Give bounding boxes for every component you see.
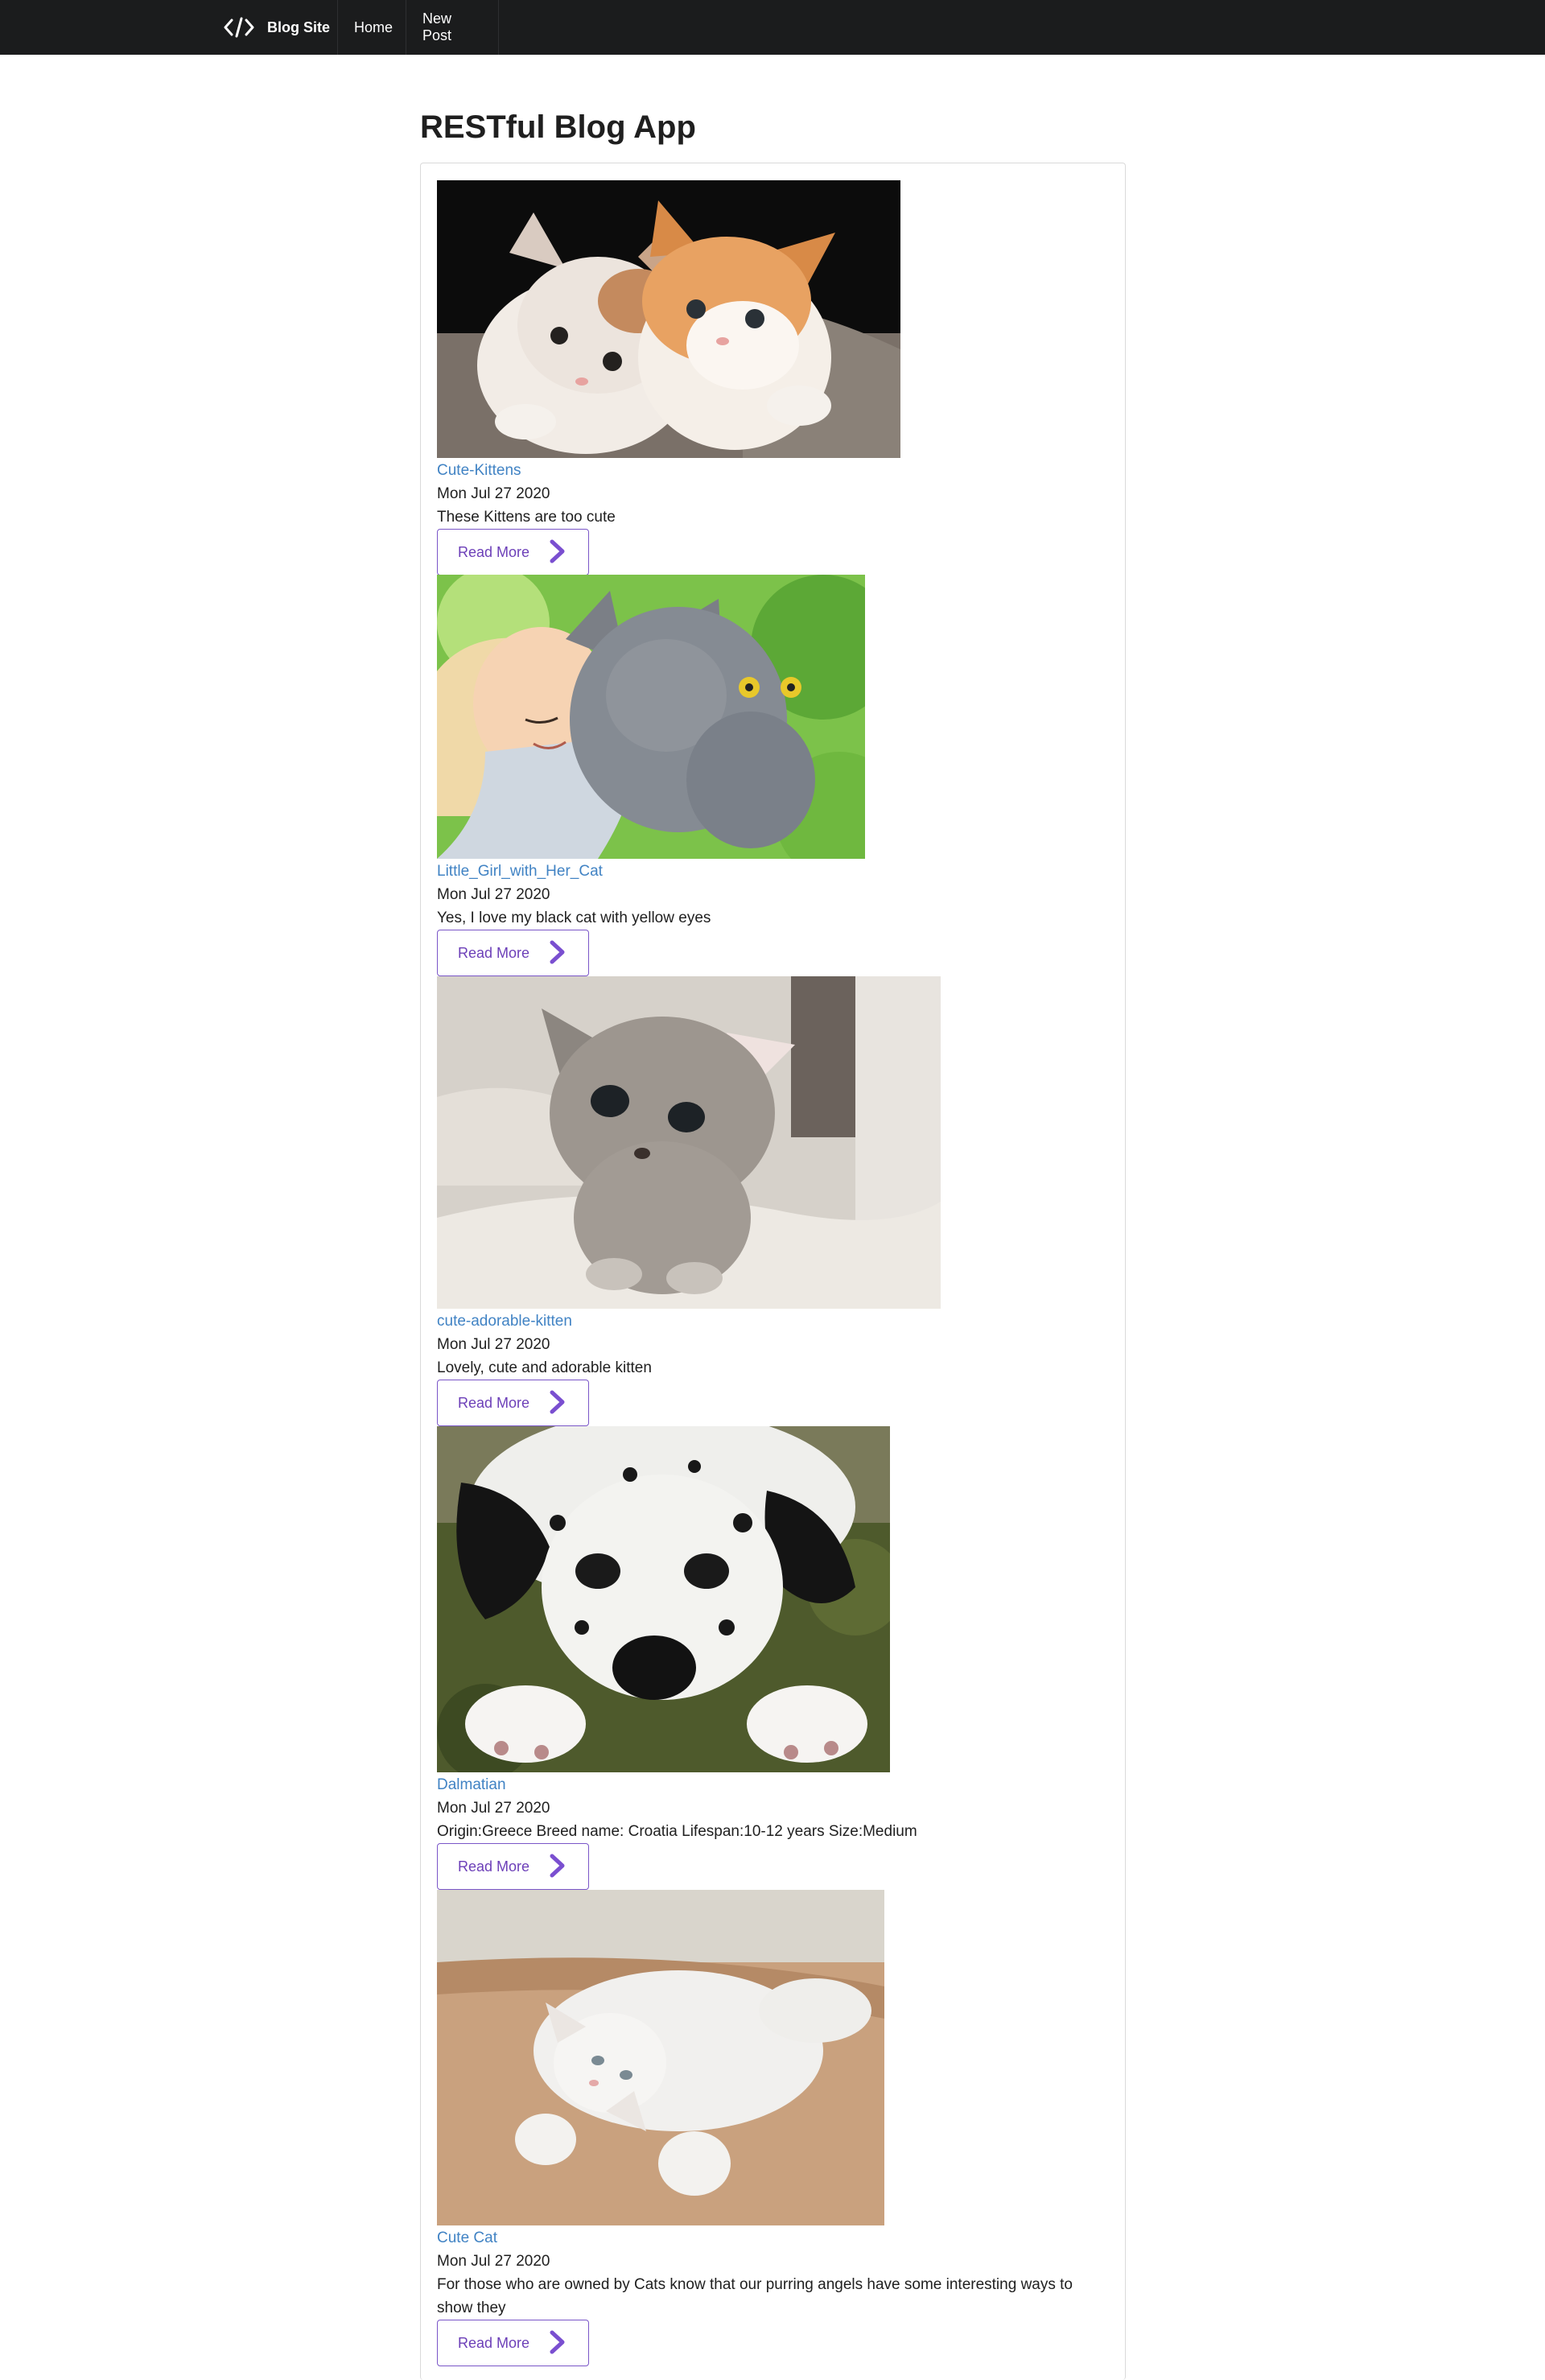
post-title-link[interactable]: Cute Cat (437, 2229, 497, 2248)
nav-new-post[interactable]: New Post (406, 0, 499, 55)
post-date: Mon Jul 27 2020 (437, 886, 550, 903)
post-body: For those who are owned by Cats know tha… (437, 2276, 1073, 2316)
post-body: Origin:Greece Breed name: Croatia Lifesp… (437, 1823, 917, 1840)
nav-home[interactable]: Home (338, 0, 406, 55)
post-item: Little_Girl_with_Her_Cat Mon Jul 27 2020… (437, 575, 865, 976)
read-more-button[interactable]: Read More (437, 930, 589, 976)
read-more-label: Read More (458, 543, 530, 560)
post-image-girl-with-cat (437, 575, 865, 859)
post-date: Mon Jul 27 2020 (437, 1336, 550, 1353)
chevron-right-icon (550, 1854, 565, 1878)
post-image-white-cat (437, 1890, 884, 2225)
post-title-link[interactable]: Little_Girl_with_Her_Cat (437, 862, 603, 881)
brand-label: Blog Site (267, 19, 331, 35)
post-date: Mon Jul 27 2020 (437, 2253, 550, 2270)
post-item: Cute Cat Mon Jul 27 2020 For those who a… (437, 1890, 1073, 2366)
read-more-label: Read More (458, 2334, 530, 2351)
post-body: Lovely, cute and adorable kitten (437, 1359, 652, 1376)
post-item: cute-adorable-kitten Mon Jul 27 2020 Lov… (437, 976, 941, 1426)
post-body: These Kittens are too cute (437, 509, 616, 526)
post-title-link[interactable]: cute-adorable-kitten (437, 1312, 572, 1331)
post-image-two-kittens (437, 180, 900, 458)
read-more-button[interactable]: Read More (437, 2320, 589, 2366)
page-title: RESTful Blog App (420, 109, 696, 145)
read-more-label: Read More (458, 1858, 530, 1875)
post-image-dalmatian (437, 1426, 890, 1772)
chevron-right-icon (550, 539, 565, 563)
read-more-button[interactable]: Read More (437, 1380, 589, 1426)
post-item: Dalmatian Mon Jul 27 2020 Origin:Greece … (437, 1426, 917, 1890)
post-date: Mon Jul 27 2020 (437, 1800, 550, 1817)
code-icon (224, 17, 254, 38)
top-navbar: Blog Site Home New Post (0, 0, 1545, 55)
post-image-grey-kitten (437, 976, 941, 1309)
post-title-link[interactable]: Cute-Kittens (437, 461, 521, 481)
read-more-label: Read More (458, 1394, 530, 1411)
post-list: Cute-Kittens Mon Jul 27 2020 These Kitte… (420, 163, 1126, 2380)
post-item: Cute-Kittens Mon Jul 27 2020 These Kitte… (437, 180, 900, 575)
chevron-right-icon (550, 2330, 565, 2354)
chevron-right-icon (550, 940, 565, 964)
chevron-right-icon (550, 1390, 565, 1414)
read-more-button[interactable]: Read More (437, 529, 589, 575)
post-date: Mon Jul 27 2020 (437, 485, 550, 502)
read-more-label: Read More (458, 944, 530, 961)
read-more-button[interactable]: Read More (437, 1843, 589, 1890)
brand-link[interactable]: Blog Site (209, 0, 338, 55)
post-body: Yes, I love my black cat with yellow eye… (437, 910, 711, 926)
post-title-link[interactable]: Dalmatian (437, 1776, 506, 1795)
